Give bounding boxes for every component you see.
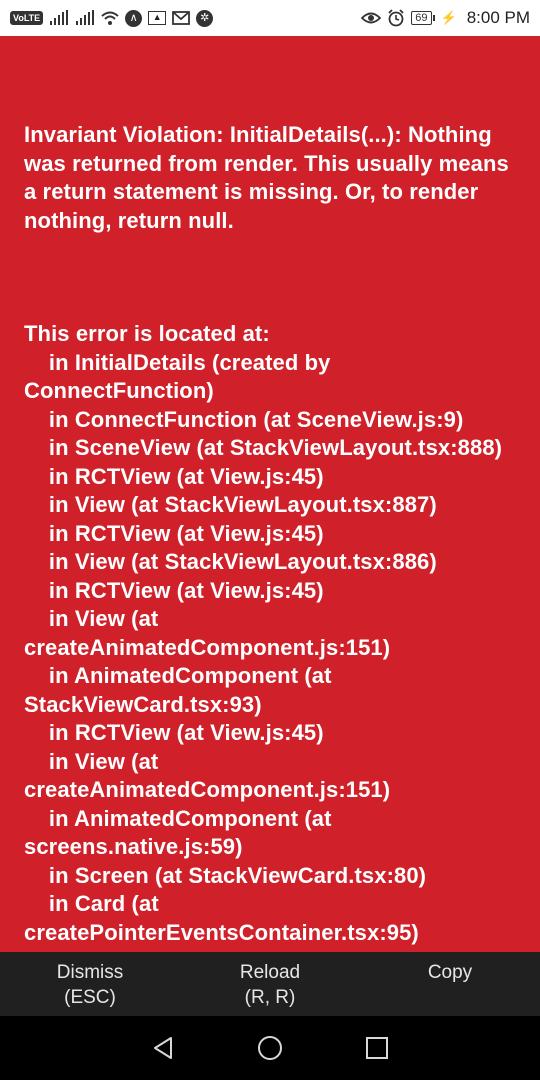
navigation-bar [0,1016,540,1080]
error-stack-trace: This error is located at: in InitialDeta… [24,321,503,952]
reload-shortcut: (R, R) [244,987,296,1008]
gallery-icon: ▲ [148,11,167,25]
signal-icon [50,10,69,25]
mail-icon [172,11,191,25]
home-icon[interactable] [257,1035,283,1061]
battery-level: 69 [411,11,432,25]
copy-button[interactable]: Copy [360,960,540,1016]
copy-label: Copy [427,962,473,983]
recents-icon[interactable] [364,1035,390,1061]
clock: 8:00 PM [466,8,530,27]
redbox-error-area[interactable]: Invariant Violation: InitialDetails(...)… [0,36,540,952]
dismiss-shortcut: (ESC) [64,987,116,1008]
charging-icon: ⚡ [440,10,457,25]
reload-label: Reload [239,962,301,983]
back-icon[interactable] [150,1035,176,1061]
redbox-button-bar: Dismiss (ESC) Reload (R, R) Copy [0,952,540,1016]
status-bar-left: VoLTE ∧ ▲ ✲ [10,9,214,27]
reload-button[interactable]: Reload (R, R) [180,960,360,1016]
dismiss-button[interactable]: Dismiss (ESC) [0,960,180,1016]
eye-icon [361,12,382,24]
status-bar: VoLTE ∧ ▲ ✲ 69 ⚡ 8:00 PM [0,0,540,36]
volte-badge: VoLTE [10,11,44,25]
alarm-icon [388,9,404,27]
dnd-icon: ✲ [196,9,214,27]
status-bar-right: 69 ⚡ 8:00 PM [361,8,530,28]
nav-arrow-icon: ∧ [125,9,143,27]
dismiss-label: Dismiss [56,962,124,983]
battery-icon: 69 [411,11,435,25]
signal-icon [76,10,95,25]
error-message: Invariant Violation: InitialDetails(...)… [24,122,516,233]
wifi-icon [101,11,119,25]
